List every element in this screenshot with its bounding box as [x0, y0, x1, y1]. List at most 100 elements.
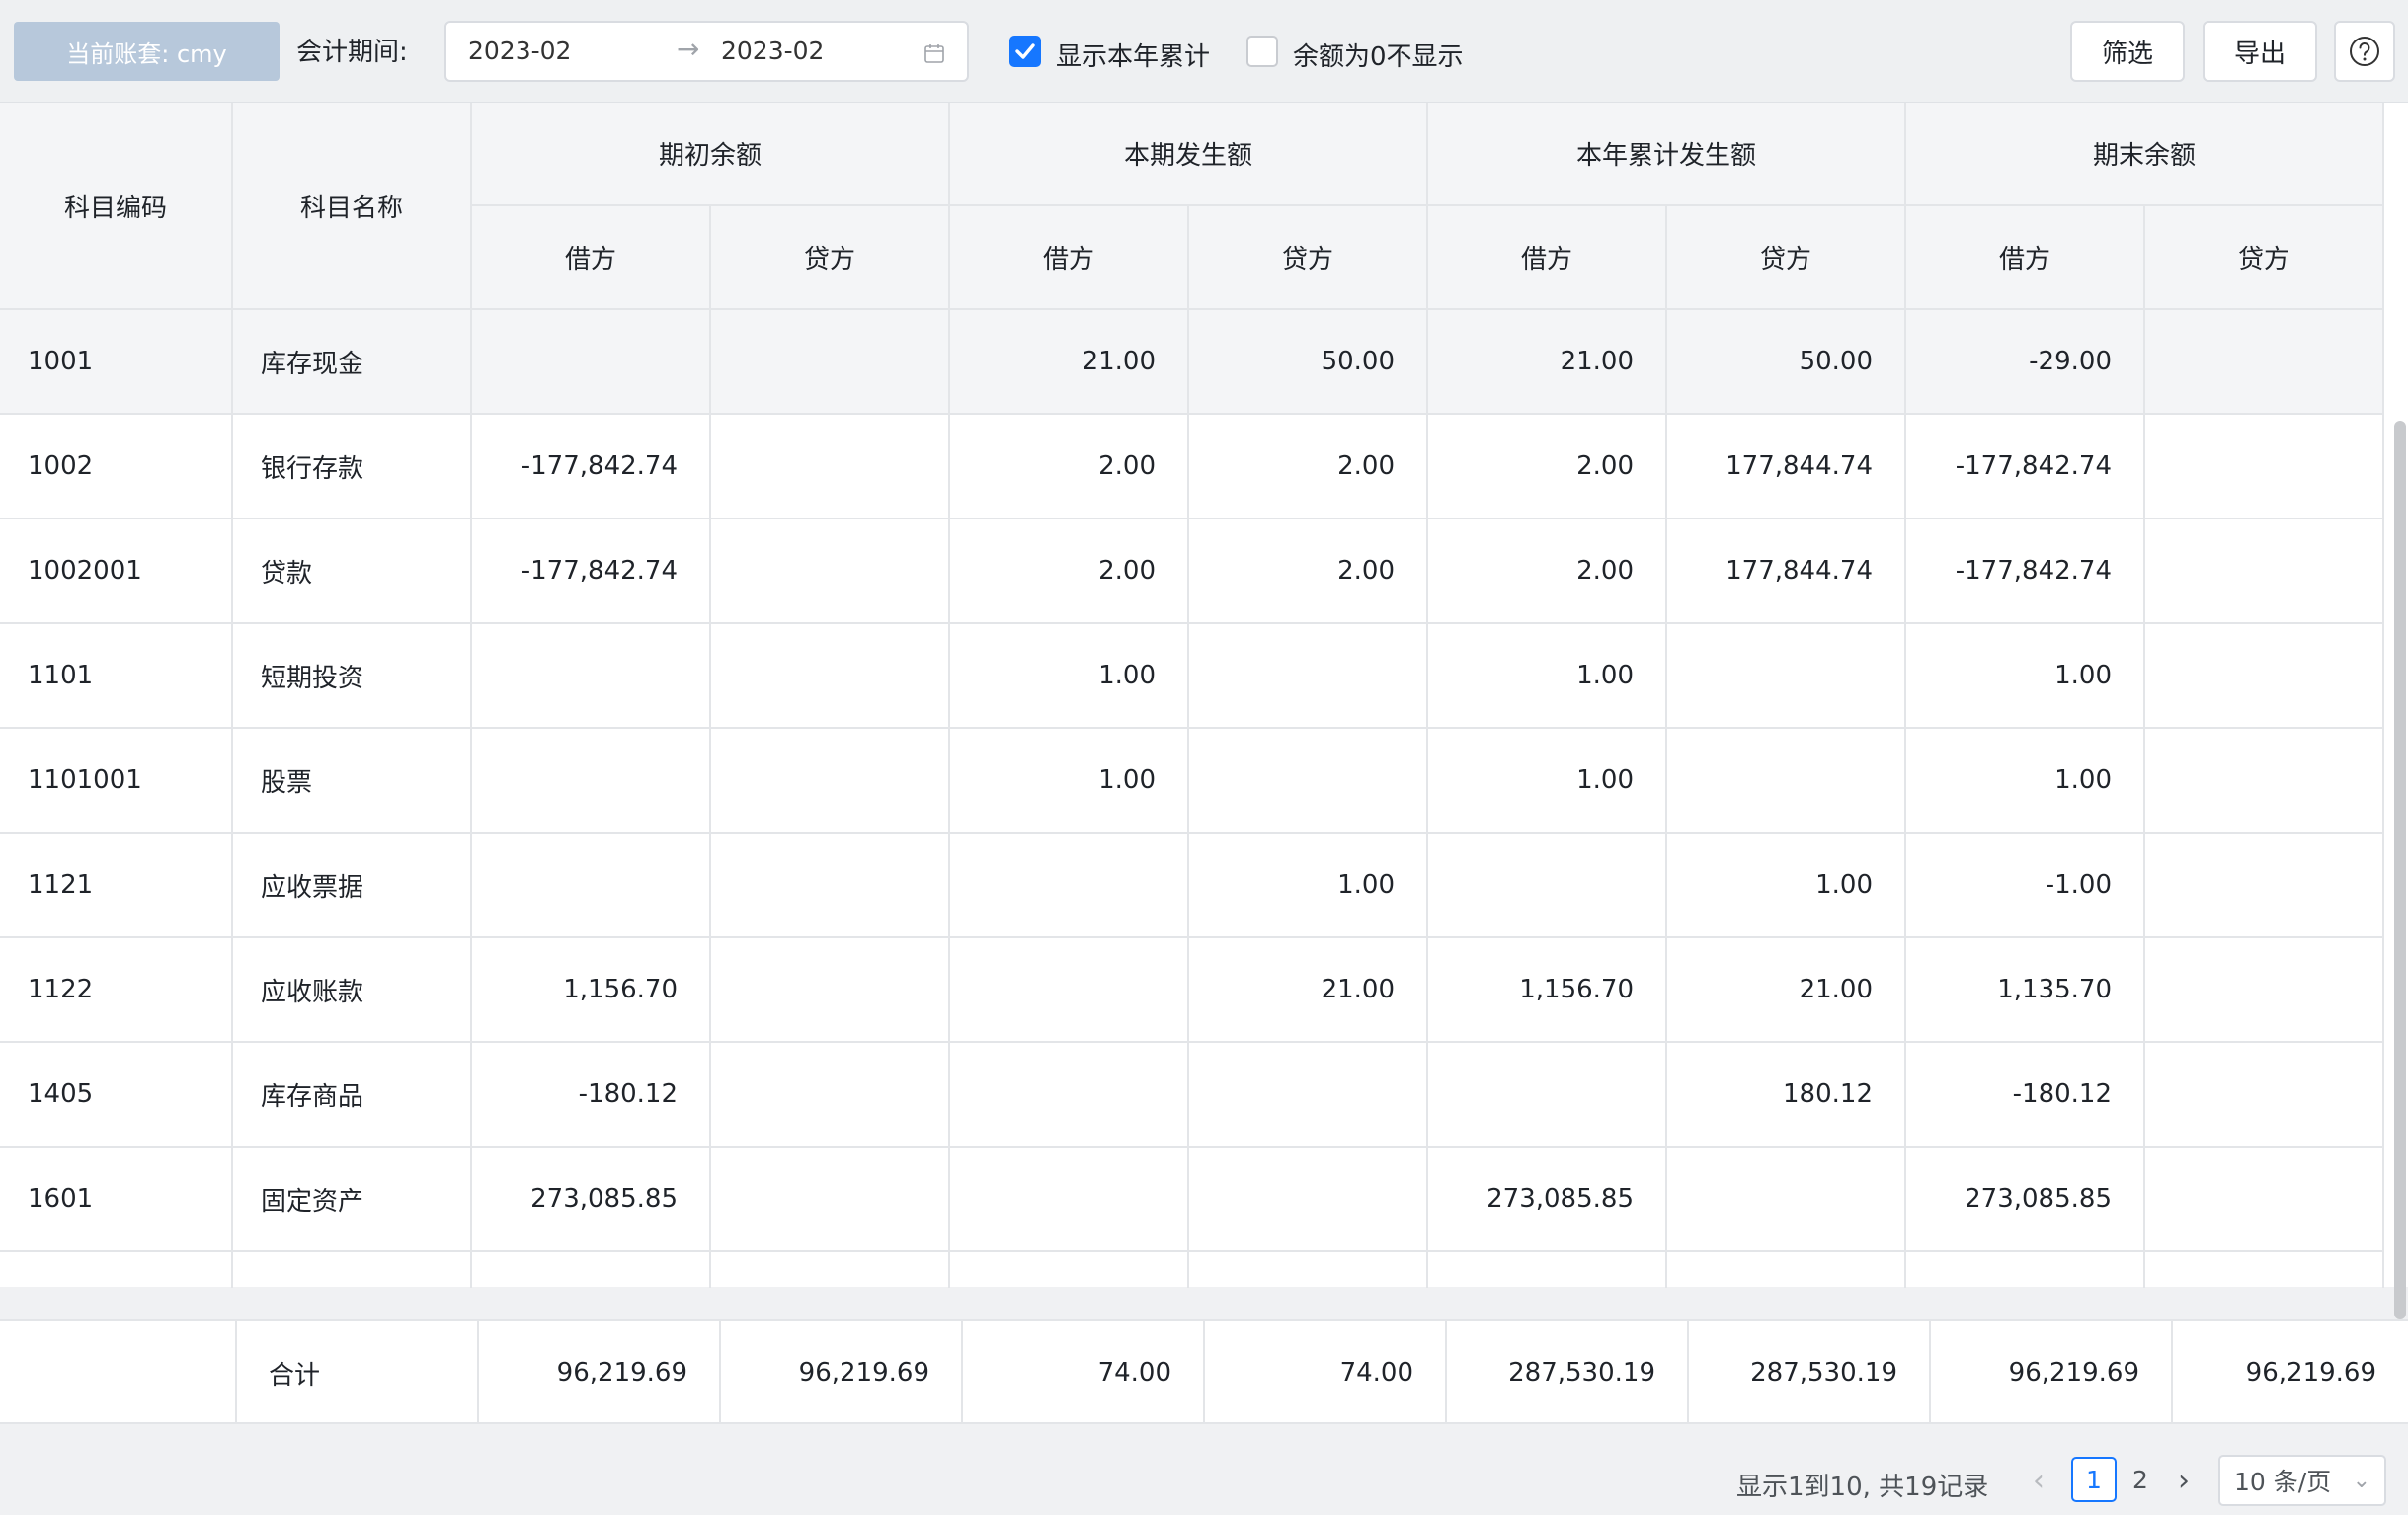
table-row-partial [2145, 1252, 2384, 1288]
period-label: 会计期间: [296, 38, 408, 67]
cell-amount: 1.00 [950, 624, 1189, 729]
table-row-partial [1189, 1252, 1428, 1288]
cell-amount: 177,844.74 [1667, 519, 1906, 624]
cell-amount [2145, 310, 2384, 415]
cell-code: 1121 [0, 834, 233, 938]
total-amount: 96,219.69 [721, 1321, 963, 1424]
cell-name: 应收票据 [233, 834, 472, 938]
total-amount: 96,219.69 [479, 1321, 721, 1424]
cell-amount: 21.00 [950, 310, 1189, 415]
cell-amount: 273,085.85 [472, 1148, 711, 1252]
cell-amount: -177,842.74 [472, 415, 711, 519]
period-start-input[interactable]: 2023-02 [468, 37, 571, 65]
cell-amount: 1.00 [950, 729, 1189, 834]
vertical-scrollbar[interactable] [2394, 421, 2406, 1319]
cell-amount [2145, 834, 2384, 938]
show-ytd-label[interactable]: 显示本年累计 [1056, 37, 1210, 73]
cell-amount [950, 834, 1189, 938]
cell-amount: -1.00 [1906, 834, 2145, 938]
cell-amount [950, 1043, 1189, 1148]
cell-amount: 1,135.70 [1906, 938, 2145, 1043]
hide-zero-checkbox[interactable] [1246, 36, 1278, 67]
question-circle-icon [2350, 37, 2379, 66]
cell-amount [2145, 729, 2384, 834]
cell-amount: 50.00 [1189, 310, 1428, 415]
total-amount: 287,530.19 [1447, 1321, 1689, 1424]
total-amount: 96,219.69 [1931, 1321, 2173, 1424]
cell-amount: 1.00 [1906, 729, 2145, 834]
total-amount: 96,219.69 [2245, 1358, 2376, 1388]
cell-amount [711, 1148, 950, 1252]
cell-amount: 2.00 [950, 415, 1189, 519]
page-size-value: 10 条/页 [2234, 1468, 2332, 1496]
cell-amount: 2.00 [950, 519, 1189, 624]
header-debit: 借方 [1906, 206, 2145, 310]
total-row: 合计 96,219.69 96,219.69 74.00 74.00 287,530.19… [0, 1319, 2408, 1424]
cell-amount: 2.00 [1428, 415, 1667, 519]
cell-amount: -29.00 [1906, 310, 2145, 415]
cell-amount: -177,842.74 [1906, 415, 2145, 519]
cell-amount: -177,842.74 [1906, 519, 2145, 624]
total-empty [0, 1321, 237, 1424]
cell-name: 固定资产 [233, 1148, 472, 1252]
cell-name: 短期投资 [233, 624, 472, 729]
cell-amount: 1.00 [1428, 624, 1667, 729]
cell-amount [711, 729, 950, 834]
cell-amount [2145, 519, 2384, 624]
cell-amount [2145, 1043, 2384, 1148]
header-credit: 贷方 [2145, 206, 2384, 310]
cell-amount: 50.00 [1667, 310, 1906, 415]
cell-code: 1001 [0, 310, 233, 415]
cell-code: 1122 [0, 938, 233, 1043]
cell-amount [1667, 624, 1906, 729]
table-row-partial [1667, 1252, 1906, 1288]
cell-code: 1601 [0, 1148, 233, 1252]
total-label: 合计 [237, 1321, 479, 1424]
cell-amount [711, 834, 950, 938]
cell-amount [2145, 938, 2384, 1043]
cell-amount: 273,085.85 [1428, 1148, 1667, 1252]
next-page-icon[interactable]: › [2178, 1464, 2190, 1498]
balance-table: 科目编码 科目名称 期初余额 借方 贷方 本期发生额 借方 贷方 本年累计发生额 借方 贷方 期末余额… [0, 102, 2408, 1319]
cell-amount: 1,156.70 [472, 938, 711, 1043]
page-button-1[interactable]: 1 [2071, 1457, 2117, 1502]
cell-code: 1405 [0, 1043, 233, 1148]
range-arrow-icon: → [677, 33, 700, 65]
cell-amount: 2.00 [1428, 519, 1667, 624]
cell-amount: 1.00 [1667, 834, 1906, 938]
cell-amount [1428, 1043, 1667, 1148]
page-size-select[interactable]: 10 条/页 ⌄ [2218, 1455, 2386, 1506]
total-amount: 74.00 [1205, 1321, 1447, 1424]
cell-amount [711, 1043, 950, 1148]
cell-amount: 21.00 [1428, 310, 1667, 415]
header-debit: 借方 [472, 206, 711, 310]
total-amount: 74.00 [963, 1321, 1205, 1424]
filter-button[interactable]: 筛选 [2070, 21, 2185, 82]
table-row-partial [1906, 1252, 2145, 1288]
current-account-badge[interactable]: 当前账套: cmy [14, 22, 280, 81]
cell-amount [2145, 415, 2384, 519]
export-button[interactable]: 导出 [2203, 21, 2317, 82]
cell-code: 1101001 [0, 729, 233, 834]
period-end-input[interactable]: 2023-02 [721, 37, 824, 65]
cell-amount [1667, 729, 1906, 834]
header-group: 期末余额 [1906, 103, 2384, 206]
prev-page-icon[interactable]: ‹ [2033, 1464, 2045, 1498]
cell-name: 库存商品 [233, 1043, 472, 1148]
show-ytd-checkbox[interactable] [1009, 36, 1041, 67]
calendar-icon[interactable] [923, 42, 945, 64]
cell-amount: -177,842.74 [472, 519, 711, 624]
total-amount: 287,530.19 [1689, 1321, 1931, 1424]
cell-amount: 273,085.85 [1906, 1148, 2145, 1252]
cell-amount: 1,156.70 [1428, 938, 1667, 1043]
cell-amount [2145, 624, 2384, 729]
cell-amount: 1.00 [1906, 624, 2145, 729]
toolbar: 当前账套: cmy 会计期间: 2023-02 → 2023-02 显示本年累计… [0, 0, 2408, 102]
period-range-picker[interactable]: 2023-02 → 2023-02 [444, 21, 969, 82]
cell-name: 应收账款 [233, 938, 472, 1043]
cell-amount [711, 624, 950, 729]
hide-zero-label[interactable]: 余额为0不显示 [1293, 37, 1464, 73]
page-button-2[interactable]: 2 [2118, 1457, 2163, 1502]
cell-code: 1002 [0, 415, 233, 519]
help-button[interactable] [2334, 21, 2395, 82]
